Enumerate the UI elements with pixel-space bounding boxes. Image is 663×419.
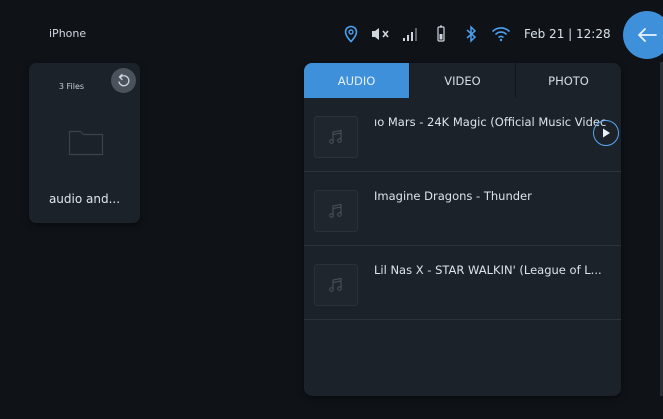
mute-icon: [366, 22, 396, 46]
device-name: iPhone: [49, 27, 87, 40]
media-tabs: AUDIO VIDEO PHOTO: [304, 63, 621, 98]
music-note-icon: [314, 116, 358, 158]
tab-photo[interactable]: PHOTO: [516, 63, 621, 98]
wifi-icon: [486, 22, 516, 46]
track-item[interactable]: ıo Mars - 24K Magic (Official Music Vide…: [304, 98, 621, 172]
track-title: ıo Mars - 24K Magic (Official Music Vide…: [374, 115, 607, 129]
music-note-icon: [314, 190, 358, 232]
track-item[interactable]: Lil Nas X - STAR WALKIN' (League of L...: [304, 246, 621, 320]
arrow-left-icon: [638, 28, 657, 42]
status-datetime: Feb 21 | 12:28: [524, 27, 611, 41]
location-icon: [336, 22, 366, 46]
music-note-icon: [314, 264, 358, 306]
signal-icon: [396, 22, 426, 46]
status-bar: Feb 21 | 12:28: [336, 18, 611, 50]
undo-button[interactable]: [111, 68, 136, 93]
folder-card[interactable]: 3 Files audio and...: [29, 63, 140, 223]
media-panel: AUDIO VIDEO PHOTO ıo Mars - 24K Magic (O…: [304, 63, 621, 396]
battery-icon: [426, 22, 456, 46]
folder-name: audio and...: [48, 192, 121, 206]
folder-icon: [68, 127, 104, 161]
bluetooth-icon: [456, 22, 486, 46]
track-title: Imagine Dragons - Thunder: [374, 189, 532, 203]
track-list: ıo Mars - 24K Magic (Official Music Vide…: [304, 98, 621, 320]
track-item[interactable]: Imagine Dragons - Thunder: [304, 172, 621, 246]
back-button[interactable]: [623, 11, 663, 59]
play-button[interactable]: [593, 120, 619, 146]
tab-audio[interactable]: AUDIO: [304, 63, 410, 98]
play-icon: [603, 128, 610, 138]
track-title: Lil Nas X - STAR WALKIN' (League of L...: [374, 263, 602, 277]
tab-video[interactable]: VIDEO: [410, 63, 516, 98]
file-count: 3 Files: [58, 82, 85, 91]
undo-icon: [117, 73, 129, 86]
